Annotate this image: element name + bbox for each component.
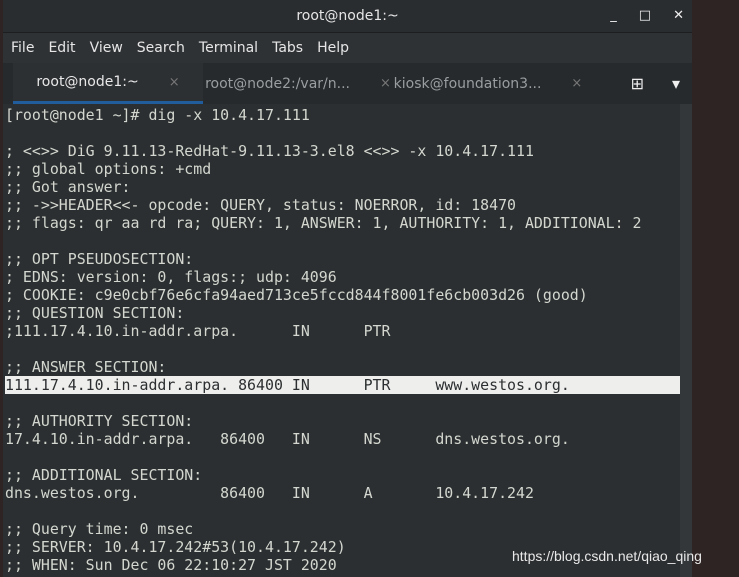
menu-file[interactable]: File (11, 40, 34, 56)
terminal-line: ;; QUESTION SECTION: (5, 304, 185, 322)
terminal-line: ;111.17.4.10.in-addr.arpa. IN PTR (5, 322, 391, 340)
terminal-line: ;; ADDITIONAL SECTION: (5, 466, 203, 484)
tab-bar: root@node1:~ × root@node2:/var/n... × kios… (3, 63, 692, 104)
terminal-line: ; <<>> DiG 9.11.13-RedHat-9.11.13-3.el8 … (5, 142, 534, 160)
terminal-line: ;; flags: qr aa rd ra; QUERY: 1, ANSWER:… (5, 214, 642, 232)
menu-view[interactable]: View (90, 40, 123, 56)
tab-foundation[interactable]: kiosk@foundation3... × (393, 63, 583, 104)
terminal-line: [root@node1 ~]# dig -x 10.4.17.111 (5, 106, 310, 124)
terminal-line: ;; Query time: 0 msec (5, 520, 194, 538)
watermark: https://blog.csdn.net/qiao_qing (512, 548, 702, 564)
tab-node1[interactable]: root@node1:~ × (13, 63, 203, 104)
terminal-line: ;; global options: +cmd (5, 160, 212, 178)
tab-close-icon[interactable]: × (169, 75, 180, 90)
tab-label: root@node1:~ (36, 74, 139, 90)
terminal-line: 111.17.4.10.in-addr.arpa. 86400 IN PTR w… (5, 376, 680, 394)
terminal-output[interactable]: [root@node1 ~]# dig -x 10.4.17.111 ; <<>>… (3, 104, 680, 577)
menu-edit[interactable]: Edit (48, 40, 75, 56)
scrollbar[interactable] (680, 104, 692, 577)
tab-close-icon[interactable]: × (571, 76, 582, 91)
maximize-button[interactable]: □ (639, 0, 651, 32)
window-title: root@node1:~ (296, 8, 399, 24)
terminal-line: ;; OPT PSEUDOSECTION: (5, 250, 194, 268)
menu-bar: File Edit View Search Terminal Tabs Help (3, 33, 692, 63)
menu-search[interactable]: Search (137, 40, 185, 56)
tab-node2[interactable]: root@node2:/var/n... × (203, 63, 393, 104)
terminal-window: root@node1:~ _ □ ✕ File Edit View Search… (3, 0, 692, 577)
tabs-menu-icon[interactable]: ▾ (672, 74, 680, 93)
menu-terminal[interactable]: Terminal (199, 40, 258, 56)
terminal-line: dns.westos.org. 86400 IN A 10.4.17.242 (5, 484, 534, 502)
title-bar: root@node1:~ _ □ ✕ (3, 0, 692, 33)
menu-tabs[interactable]: Tabs (272, 40, 303, 56)
terminal-line: 17.4.10.in-addr.arpa. 86400 IN NS dns.we… (5, 430, 570, 448)
terminal-line: ; EDNS: version: 0, flags:; udp: 4096 (5, 268, 337, 286)
minimize-button[interactable]: _ (610, 0, 617, 32)
terminal-line: ;; ANSWER SECTION: (5, 358, 167, 376)
new-tab-icon[interactable]: ⊞ (631, 74, 644, 93)
terminal-line: ;; Got answer: (5, 178, 131, 196)
menu-help[interactable]: Help (317, 40, 349, 56)
terminal-line: ;; AUTHORITY SECTION: (5, 412, 194, 430)
tab-label: kiosk@foundation3... (393, 75, 542, 92)
tab-label: root@node2:/var/n... (205, 75, 350, 92)
terminal-line: ;; ->>HEADER<<- opcode: QUERY, status: N… (5, 196, 517, 214)
terminal-line: ; COOKIE: c9e0cbf76e6cfa94aed713ce5fccd8… (5, 286, 588, 304)
tab-close-icon[interactable]: × (380, 76, 391, 91)
close-button[interactable]: ✕ (673, 0, 684, 32)
